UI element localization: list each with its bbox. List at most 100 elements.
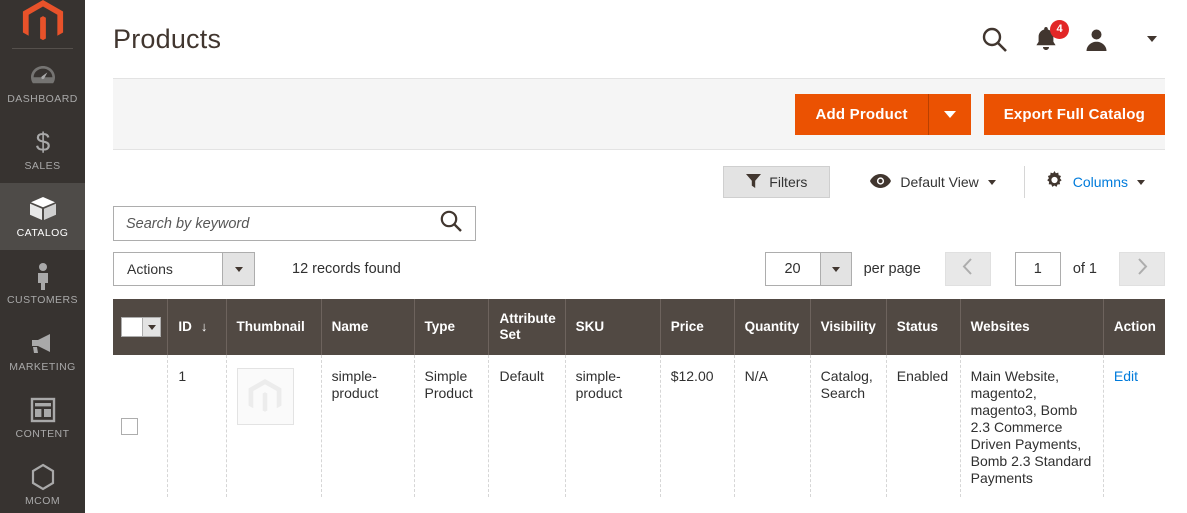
arrow-down-icon: ↓ — [200, 319, 208, 334]
sidebar-item-label: MARKETING — [9, 361, 76, 373]
sidebar-item-marketing[interactable]: MARKETING — [0, 317, 85, 384]
notifications-bell-icon[interactable]: 4 — [1034, 20, 1069, 52]
dashboard-icon — [2, 60, 83, 90]
products-grid: ID ↓ Thumbnail Name Type Attribute Set SK… — [113, 299, 1165, 497]
cell-status: Enabled — [886, 355, 961, 497]
sidebar-item-mcom[interactable]: MCOM — [0, 451, 85, 513]
user-account-icon[interactable] — [1084, 27, 1109, 52]
add-product-dropdown-toggle[interactable] — [928, 93, 971, 135]
chevron-down-icon[interactable] — [1147, 36, 1157, 42]
search-icon[interactable] — [981, 26, 1008, 53]
cell-action: Edit — [1103, 355, 1165, 497]
sidebar-item-label: DASHBOARD — [7, 93, 78, 105]
column-header-thumbnail[interactable]: Thumbnail — [226, 299, 322, 355]
sidebar-item-label: MCOM — [24, 495, 61, 507]
sidebar-item-label: CUSTOMERS — [7, 294, 78, 306]
select-all-header — [113, 299, 169, 355]
column-header-websites[interactable]: Websites — [960, 299, 1104, 355]
next-page-button[interactable] — [1119, 252, 1165, 286]
select-all-dropdown-toggle[interactable] — [142, 318, 160, 336]
per-page-value: 20 — [765, 253, 820, 285]
magento-placeholder-image-icon — [236, 368, 294, 425]
page-title: Products — [113, 23, 222, 54]
caret-down-icon — [943, 110, 956, 118]
cell-thumbnail — [226, 355, 322, 497]
edit-link[interactable]: Edit — [1114, 368, 1138, 384]
page-actions-bar: Add Product Export Full Catalog — [113, 78, 1165, 150]
cell-visibility: Catalog, Search — [810, 355, 887, 497]
pagination: 20 per page of 1 — [764, 252, 1165, 286]
add-product-button[interactable]: Add Product — [795, 93, 929, 135]
select-all-checkbox[interactable] — [122, 318, 142, 336]
chevron-right-icon — [1137, 258, 1148, 280]
actions-dropdown[interactable]: Actions — [113, 252, 255, 286]
gear-icon — [1045, 171, 1064, 193]
eye-icon — [870, 173, 892, 191]
sidebar-item-content[interactable]: CONTENT — [0, 384, 85, 451]
default-view-label: Default View — [900, 174, 979, 190]
row-select-cell — [113, 355, 169, 497]
export-full-catalog-button[interactable]: Export Full Catalog — [983, 93, 1165, 135]
sidebar-item-sales[interactable]: $ SALES — [0, 116, 85, 183]
row-checkbox[interactable] — [121, 417, 138, 435]
page-header: Products 4 — [85, 0, 1187, 78]
table-row: 1 simple-product Simple Product Default … — [113, 355, 1165, 497]
select-all-checkbox-dropdown[interactable] — [121, 317, 161, 337]
search-icon[interactable] — [439, 209, 463, 238]
column-header-sku[interactable]: SKU — [565, 299, 661, 355]
search-row — [85, 198, 1187, 241]
column-header-price[interactable]: Price — [660, 299, 735, 355]
sidebar-item-label: SALES — [24, 160, 61, 172]
columns-selector[interactable]: Columns — [1023, 166, 1165, 198]
sidebar-item-label: CATALOG — [16, 227, 69, 239]
chevron-left-icon — [962, 258, 973, 280]
cell-name: simple-product — [321, 355, 415, 497]
per-page-dropdown[interactable]: 20 — [764, 252, 852, 286]
cell-sku: simple-product — [565, 355, 661, 497]
cell-type: Simple Product — [414, 355, 490, 497]
funnel-icon — [746, 173, 762, 191]
search-input[interactable] — [126, 215, 439, 232]
column-header-name[interactable]: Name — [321, 299, 415, 355]
sidebar-item-customers[interactable]: CUSTOMERS — [0, 250, 85, 317]
current-page-input[interactable] — [1014, 252, 1061, 286]
layout-icon — [2, 395, 83, 425]
filters-label: Filters — [769, 174, 808, 190]
magento-logo-link[interactable] — [0, 0, 85, 49]
column-header-quantity[interactable]: Quantity — [734, 299, 811, 355]
default-view-selector[interactable]: Default View — [850, 166, 1015, 198]
header-actions: 4 — [981, 20, 1157, 53]
column-header-status[interactable]: Status — [886, 299, 961, 355]
actions-and-pagination-row: Actions 12 records found 20 per page 1 o… — [85, 241, 1187, 286]
column-header-type[interactable]: Type — [414, 299, 490, 355]
column-header-visibility[interactable]: Visibility — [810, 299, 887, 355]
actions-dropdown-toggle[interactable] — [222, 253, 254, 285]
products-grid-wrapper: ID ↓ Thumbnail Name Type Attribute Set SK… — [85, 286, 1187, 497]
notifications-count-badge: 4 — [1050, 20, 1069, 39]
svg-text:$: $ — [35, 128, 50, 156]
magento-logo-icon — [22, 0, 64, 49]
total-pages-label: of 1 — [1072, 261, 1097, 277]
sidebar: DASHBOARD $ SALES CATALOG CUSTOMERS MARK… — [0, 0, 85, 513]
caret-down-icon — [987, 179, 996, 185]
add-product-split-button: Add Product — [795, 93, 971, 135]
main-content: Products 4 Add Product Export Full Catal… — [85, 0, 1187, 513]
column-header-id[interactable]: ID ↓ — [167, 299, 227, 355]
per-page-dropdown-toggle[interactable] — [819, 253, 851, 285]
previous-page-button[interactable] — [944, 252, 991, 286]
column-header-label: ID — [178, 319, 192, 334]
column-header-attribute-set[interactable]: Attribute Set — [488, 299, 566, 355]
caret-down-icon — [1137, 179, 1145, 185]
cell-attribute-set: Default — [488, 355, 566, 497]
filters-button[interactable]: Filters — [723, 166, 831, 198]
grid-header-row: ID ↓ Thumbnail Name Type Attribute Set SK… — [113, 299, 1165, 355]
sidebar-item-dashboard[interactable]: DASHBOARD — [0, 49, 85, 116]
admin-page: DASHBOARD $ SALES CATALOG CUSTOMERS MARK… — [0, 0, 1187, 513]
actions-label: Actions — [114, 253, 222, 285]
box-icon — [2, 194, 83, 224]
hexagon-icon — [2, 462, 83, 492]
per-page-label: per page — [863, 261, 921, 277]
column-header-action: Action — [1103, 299, 1165, 355]
sidebar-item-catalog[interactable]: CATALOG — [0, 183, 85, 250]
search-by-keyword-box[interactable] — [113, 206, 476, 241]
